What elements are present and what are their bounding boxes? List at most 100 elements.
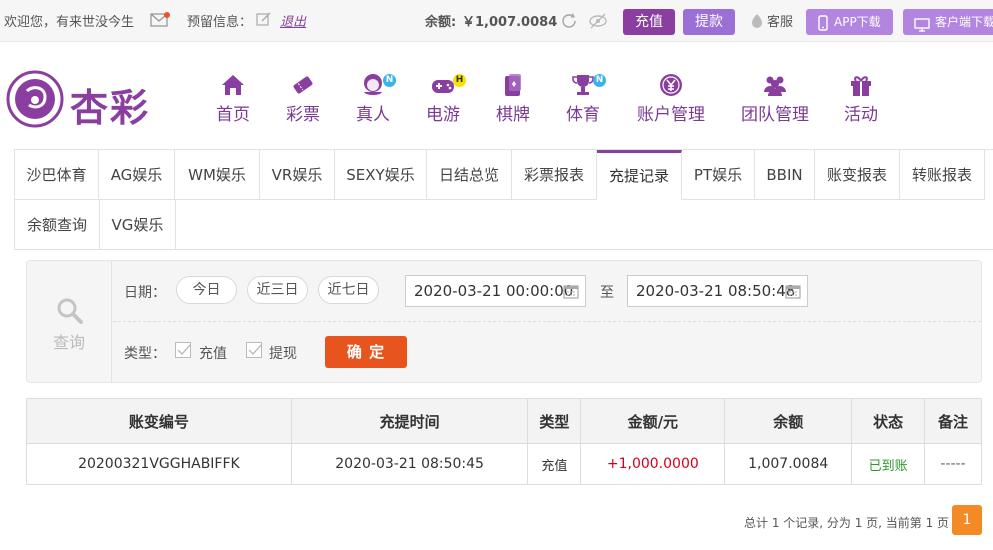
withdraw-type-checkbox[interactable]	[246, 342, 263, 358]
nav-item-egames[interactable]: H 电游	[425, 72, 466, 132]
end-date-value: 2020-03-21 08:50:48	[636, 282, 796, 300]
calendar-icon	[563, 285, 579, 299]
check-icon	[248, 343, 263, 356]
nav-item-live[interactable]: N 真人	[355, 72, 396, 132]
tab-account-change-report[interactable]: 账变报表	[815, 150, 900, 200]
home-icon	[222, 75, 244, 95]
type-label: 类型：	[124, 346, 166, 362]
records-table: 账变编号 充提时间 类型 金额/元 余额 状态 备注 20200321VGGHA…	[26, 398, 982, 485]
search-icon	[57, 298, 83, 324]
to-label: 至	[600, 285, 614, 301]
monitor-icon	[914, 15, 930, 41]
nav-badge-live: N	[383, 74, 396, 87]
welcome-text: 欢迎您，	[4, 15, 57, 30]
tab-sexy[interactable]: SEXY娱乐	[335, 150, 427, 200]
tab-pt[interactable]: PT娱乐	[682, 150, 755, 200]
nav-label-egames: 电游	[426, 105, 460, 125]
app-download-label: APP下载	[834, 15, 881, 29]
column-header-balance: 余额	[724, 398, 853, 444]
nav-item-team[interactable]: 团队管理	[740, 72, 810, 132]
nav-label-live: 真人	[356, 105, 390, 125]
filter-divider	[113, 321, 981, 322]
tab-lottery-report[interactable]: 彩票报表	[512, 150, 597, 200]
start-date-input[interactable]: 2020-03-21 00:00:00	[405, 275, 586, 307]
top-bar: 欢迎您， 有来世没今生 预留信息： 退出 余额: ￥1,007.0084 充值 …	[0, 0, 993, 42]
tab-balance-query[interactable]: 余额查询	[15, 200, 100, 250]
nav-label-home: 首页	[216, 105, 250, 125]
gift-icon	[851, 76, 871, 96]
pagination-summary: 总计 1 个记录, 分为 1 页, 当前第 1 页	[744, 516, 950, 530]
client-download-button[interactable]: 客户端下载	[903, 9, 993, 35]
nav-badge-sports: N	[593, 74, 606, 87]
confirm-button[interactable]: 确 定	[325, 336, 407, 368]
today-button[interactable]: 今日	[176, 276, 237, 304]
cards-icon	[505, 74, 521, 96]
nav-item-account[interactable]: 账户管理	[636, 72, 706, 132]
tab-daily-overview[interactable]: 日结总览	[427, 150, 512, 200]
tab-vg[interactable]: VG娱乐	[100, 200, 176, 250]
tab-vr[interactable]: VR娱乐	[260, 150, 335, 200]
query-sidebar: 查询	[27, 261, 112, 382]
tab-deposit-withdraw-records[interactable]: 充提记录	[597, 150, 682, 200]
nav-label-promotions: 活动	[844, 105, 878, 125]
withdraw-button[interactable]: 提款	[683, 9, 735, 35]
column-header-id: 账变编号	[26, 398, 292, 444]
phone-icon	[818, 14, 828, 40]
cell-status: 已到账	[851, 443, 926, 485]
nav-item-home[interactable]: 首页	[215, 72, 251, 132]
nav-label-account: 账户管理	[637, 105, 705, 125]
cell-id: 20200321VGGHABIFFK	[26, 443, 292, 485]
nav-item-chess[interactable]: 棋牌	[495, 72, 531, 132]
column-header-type: 类型	[527, 398, 582, 444]
tab-saba-sports[interactable]: 沙巴体育	[15, 150, 99, 200]
calendar-icon	[785, 285, 801, 299]
start-date-value: 2020-03-21 00:00:00	[414, 282, 574, 300]
cell-type: 充值	[527, 443, 582, 485]
balance-value: ￥1,007.0084	[462, 15, 558, 30]
query-label: 查询	[53, 333, 86, 352]
trophy-icon	[572, 75, 594, 95]
tab-transfer-report[interactable]: 转账报表	[900, 150, 985, 200]
logout-link[interactable]: 退出	[280, 11, 306, 30]
column-header-status: 状态	[851, 398, 926, 444]
customer-service-link[interactable]: 客服	[767, 11, 793, 30]
withdraw-type-label: 提现	[269, 346, 297, 362]
table-header-row: 账变编号 充提时间 类型 金额/元 余额 状态 备注	[26, 398, 982, 444]
report-tabs: 沙巴体育 AG娱乐 WM娱乐 VR娱乐 SEXY娱乐 日结总览 彩票报表 充提记…	[14, 149, 993, 250]
gamepad-icon	[432, 80, 454, 93]
refresh-icon[interactable]	[560, 12, 578, 34]
cell-balance: 1,007.0084	[724, 443, 853, 485]
end-date-input[interactable]: 2020-03-21 08:50:48	[627, 275, 808, 307]
last-seven-days-button[interactable]: 近七日	[318, 276, 379, 304]
column-header-amount: 金额/元	[580, 398, 726, 444]
site-logo[interactable]: 杏彩	[5, 69, 148, 133]
balance-label: 余额:	[425, 15, 457, 30]
query-filter-panel: 查询 日期： 今日 近三日 近七日 2020-03-21 00:00:00 至 …	[26, 260, 982, 383]
live-dealer-icon	[364, 74, 382, 95]
cell-note: -----	[924, 443, 982, 485]
recharge-type-label: 充值	[199, 346, 227, 362]
edit-icon[interactable]	[256, 11, 272, 31]
nav-item-promotions[interactable]: 活动	[843, 72, 879, 132]
recharge-button[interactable]: 充值	[623, 9, 675, 35]
tab-ag[interactable]: AG娱乐	[99, 150, 175, 200]
column-header-note: 备注	[924, 398, 982, 444]
tab-bbin[interactable]: BBIN	[755, 150, 815, 200]
customer-service-icon[interactable]	[750, 13, 764, 33]
nav-item-sports[interactable]: N 体育	[565, 72, 606, 132]
last-three-days-button[interactable]: 近三日	[247, 276, 308, 304]
check-icon	[177, 343, 192, 356]
username-link[interactable]: 有来世没今生	[56, 11, 134, 30]
tab-wm[interactable]: WM娱乐	[175, 150, 260, 200]
nav-item-lottery[interactable]: 彩票	[285, 72, 321, 132]
mail-icon[interactable]	[150, 12, 170, 32]
page-button-current[interactable]: 1	[952, 505, 982, 535]
nav-label-sports: 体育	[566, 105, 600, 125]
recharge-type-checkbox[interactable]	[175, 342, 192, 358]
app-download-button[interactable]: APP下载	[806, 9, 893, 35]
nav-label-lottery: 彩票	[286, 105, 320, 125]
reserved-info-label: 预留信息：	[187, 15, 253, 30]
table-row: 20200321VGGHABIFFK 2020-03-21 08:50:45 充…	[26, 443, 982, 485]
lottery-ticket-icon	[293, 76, 313, 94]
hide-balance-icon[interactable]	[588, 12, 608, 34]
